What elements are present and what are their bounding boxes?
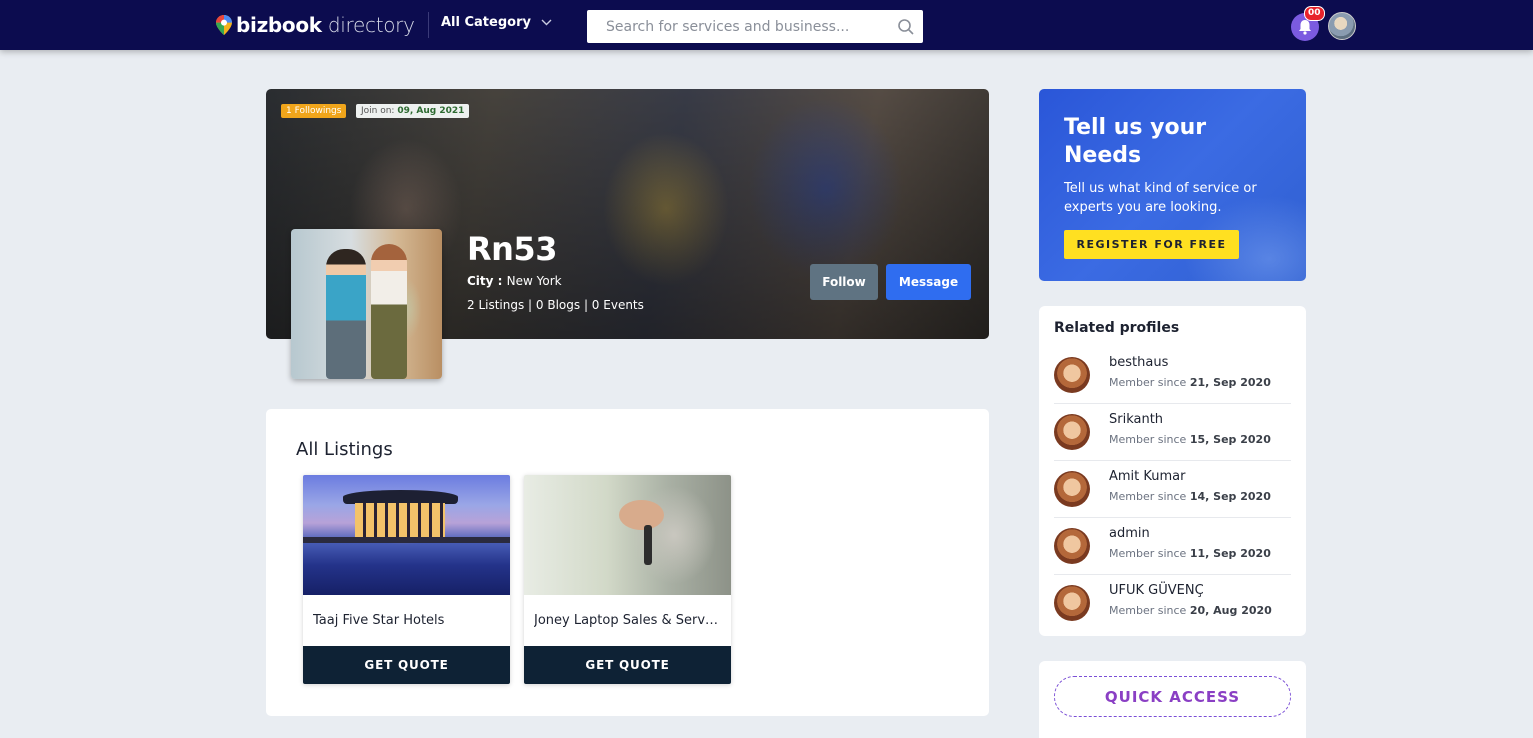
avatar[interactable] [1054,414,1090,450]
header-divider [428,12,429,38]
related-profile-item[interactable]: admin Member since 11, Sep 2020 [1054,518,1291,575]
listing-card[interactable]: Joney Laptop Sales & Service GET QUOTE [524,475,731,684]
followings-badge: 1 Followings [281,104,347,118]
profile-city: City : New York [467,274,562,288]
map-pin-logo-icon [216,15,232,35]
search-input[interactable] [587,10,887,43]
get-quote-button[interactable]: GET QUOTE [303,646,510,684]
notification-count-badge: 00 [1304,6,1325,21]
profile-photo [291,229,442,379]
get-quote-button[interactable]: GET QUOTE [524,646,731,684]
quick-access-button[interactable]: QUICK ACCESS [1054,676,1291,717]
related-profile-name[interactable]: UFUK GÜVENÇ [1109,583,1204,598]
listing-image[interactable] [524,475,731,595]
category-dropdown[interactable]: All Category [441,15,552,30]
profile-name: Rn53 [467,230,557,268]
search-icon[interactable] [897,18,915,36]
avatar[interactable] [1054,528,1090,564]
avatar[interactable] [1054,357,1090,393]
listing-card[interactable]: Taaj Five Star Hotels GET QUOTE [303,475,510,684]
member-since: Member since 14, Sep 2020 [1109,490,1271,503]
related-profile-item[interactable]: besthaus Member since 21, Sep 2020 [1054,347,1291,404]
related-profile-name[interactable]: besthaus [1109,355,1168,370]
promo-title: Tell us your Needs [1064,115,1207,168]
follow-button[interactable]: Follow [810,264,878,300]
member-since: Member since 21, Sep 2020 [1109,376,1271,389]
register-button[interactable]: REGISTER FOR FREE [1064,230,1239,259]
related-profile-name[interactable]: Srikanth [1109,412,1163,427]
related-profile-item[interactable]: Srikanth Member since 15, Sep 2020 [1054,404,1291,461]
join-date-badge: Join on: 09, Aug 2021 [356,104,470,118]
logo-text: bizbook directory [236,13,415,37]
related-profile-item[interactable]: UFUK GÜVENÇ Member since 20, Aug 2020 [1054,575,1291,632]
listings-title: All Listings [296,439,393,460]
promo-description: Tell us what kind of service or experts … [1064,181,1257,215]
search-box [587,10,923,43]
listing-image[interactable] [303,475,510,595]
member-since: Member since 15, Sep 2020 [1109,433,1271,446]
listing-title[interactable]: Joney Laptop Sales & Service [524,595,731,646]
related-profiles-title: Related profiles [1054,320,1180,336]
related-profile-name[interactable]: Amit Kumar [1109,469,1186,484]
member-since: Member since 11, Sep 2020 [1109,547,1271,560]
bizbook-logo[interactable]: bizbook directory [216,12,415,38]
listing-title[interactable]: Taaj Five Star Hotels [303,595,510,646]
related-profile-name[interactable]: admin [1109,526,1150,541]
user-avatar[interactable] [1328,12,1356,40]
avatar[interactable] [1054,471,1090,507]
category-label: All Category [441,15,531,30]
avatar[interactable] [1054,585,1090,621]
message-button[interactable]: Message [886,264,971,300]
bell-icon [1299,20,1311,35]
chevron-down-icon [541,19,552,26]
member-since: Member since 20, Aug 2020 [1109,604,1272,617]
related-profile-item[interactable]: Amit Kumar Member since 14, Sep 2020 [1054,461,1291,518]
profile-stats: 2 Listings | 0 Blogs | 0 Events [467,298,644,312]
